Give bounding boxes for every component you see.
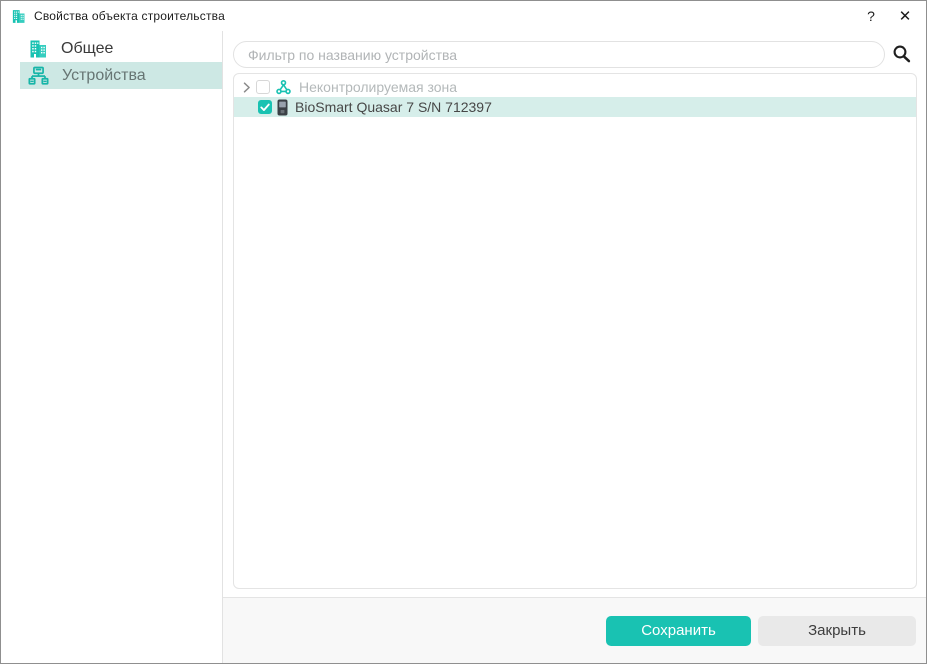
- close-button[interactable]: Закрыть: [758, 616, 916, 646]
- device-tree: Неконтролируемая зона BioSmart Quasar: [233, 73, 917, 589]
- footer-bar: Сохранить Закрыть: [223, 597, 926, 663]
- help-button[interactable]: ?: [854, 1, 888, 31]
- device-icon: [277, 99, 288, 116]
- window-title: Свойства объекта строительства: [34, 9, 225, 23]
- zone-checkbox[interactable]: [256, 80, 270, 94]
- title-bar: Свойства объекта строительства ? ✕: [1, 1, 926, 31]
- expand-chevron-icon[interactable]: [240, 80, 254, 94]
- tree-row-label: BioSmart Quasar 7 S/N 712397: [295, 99, 492, 115]
- tree-row-device[interactable]: BioSmart Quasar 7 S/N 712397: [234, 97, 916, 117]
- search-icon: [891, 43, 913, 65]
- device-filter-input[interactable]: [233, 41, 885, 68]
- org-chart-icon: [28, 65, 49, 86]
- properties-dialog: Свойства объекта строительства ? ✕: [0, 0, 927, 664]
- tree-row-zone[interactable]: Неконтролируемая зона: [234, 77, 916, 97]
- devices-panel: Неконтролируемая зона BioSmart Quasar: [223, 31, 926, 597]
- tree-row-label: Неконтролируемая зона: [299, 79, 457, 95]
- sidebar-item-label: Общее: [61, 40, 113, 58]
- building-icon: [28, 39, 48, 59]
- zone-icon: [275, 79, 292, 95]
- close-window-button[interactable]: ✕: [888, 1, 922, 31]
- building-icon: [11, 9, 26, 24]
- sidebar-item-label: Устройства: [62, 67, 146, 85]
- save-button[interactable]: Сохранить: [606, 616, 751, 646]
- search-button[interactable]: [891, 43, 913, 65]
- sidebar-item-general[interactable]: Общее: [20, 35, 222, 62]
- device-checkbox[interactable]: [258, 100, 272, 114]
- sidebar-item-devices[interactable]: Устройства: [20, 62, 222, 89]
- sidebar: Общее Устройства: [1, 31, 223, 663]
